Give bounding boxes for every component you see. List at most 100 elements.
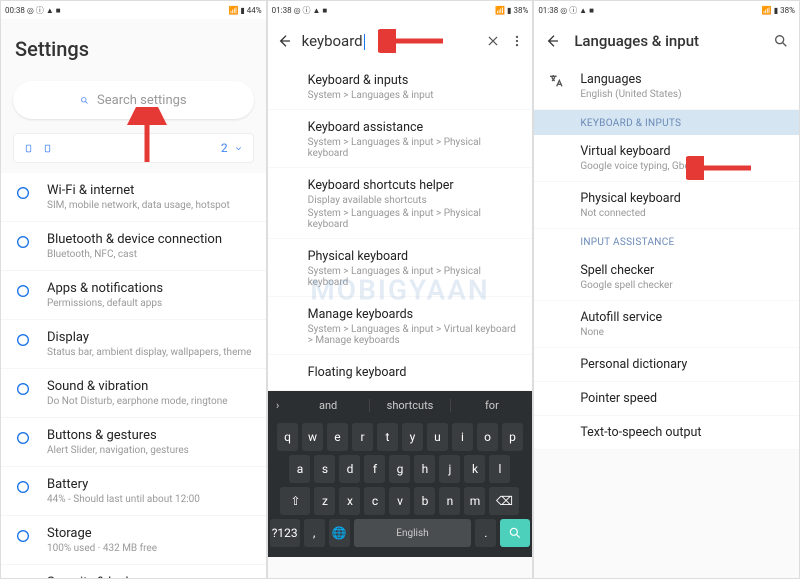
search-result[interactable]: Floating keyboard [268,355,533,391]
settings-item[interactable]: Security & lock screen [1,565,266,579]
keyboard-key[interactable]: x [339,487,360,515]
item-title: Buttons & gestures [47,428,252,443]
keyboard-key[interactable]: ⌫ [489,487,519,515]
keyboard-key[interactable]: a [289,455,310,483]
item-subtitle: Status bar, ambient display, wallpapers,… [47,347,252,358]
settings-pane: 00:38 ◎ ⓘ ▲ ■ 📶 ▮44% Settings Search set… [0,0,267,579]
result-title: Keyboard assistance [308,120,519,135]
clear-icon[interactable] [486,34,500,48]
settings-item[interactable]: Storage 100% used · 432 MB free [1,516,266,565]
status-battery: 44% [247,6,262,15]
setting-row[interactable]: Text-to-speech output [534,416,799,450]
keyboard-key[interactable]: l [489,455,510,483]
keyboard-key[interactable]: w [302,423,323,451]
settings-item[interactable]: Bluetooth & device connection Bluetooth,… [1,222,266,271]
item-title: Sound & vibration [47,379,252,394]
languages-row[interactable]: Languages English (United States) [534,63,799,110]
row-title: Virtual keyboard [580,144,785,159]
keyboard-key[interactable]: h [414,455,435,483]
setting-row[interactable]: Physical keyboardNot connected [534,182,799,229]
keyboard-key[interactable]: m [464,487,485,515]
settings-item[interactable]: Sound & vibration Do Not Disturb, earpho… [1,369,266,418]
status-battery: 38% [513,6,528,15]
sim-icon [43,144,52,153]
search-settings-field[interactable]: Search settings [13,81,254,119]
keyboard-key[interactable]: t [377,423,398,451]
gestures-icon [15,430,31,446]
section-header-keyboard-inputs: Keyboard & inputs [534,110,799,135]
keyboard-key[interactable]: u [427,423,448,451]
status-bar: 01:38 ◎ ⓘ ▲ ■ 📶 ▮38% [268,1,533,19]
keyboard-spacebar[interactable]: English [354,519,472,547]
back-icon[interactable] [276,33,292,49]
item-subtitle: Do Not Disturb, earphone mode, ringtone [47,396,252,407]
keyboard-key[interactable]: c [364,487,385,515]
keyboard-key[interactable]: y [402,423,423,451]
keyboard-key[interactable]: d [339,455,360,483]
search-result[interactable]: Keyboard & inputsSystem > Languages & in… [268,63,533,110]
keyboard-key[interactable]: v [389,487,410,515]
settings-item[interactable]: Apps & notifications Permissions, defaul… [1,271,266,320]
keyboard-key[interactable]: z [314,487,335,515]
search-icon [80,96,89,105]
item-title: Storage [47,526,252,541]
setting-row[interactable]: Virtual keyboard Google voice typing, Gbo… [534,135,799,182]
keyboard-key[interactable]: ⇧ [280,487,310,515]
setting-row[interactable]: Autofill serviceNone [534,301,799,348]
suggestion[interactable]: for [451,399,532,412]
setting-row[interactable]: Pointer speed [534,382,799,416]
row-subtitle: Google voice typing, Gboard [580,161,785,172]
search-icon[interactable] [773,33,789,49]
search-query-input[interactable]: keyboard [302,32,477,50]
status-time: 01:38 [272,6,292,15]
keyboard-key[interactable]: r [352,423,373,451]
settings-item[interactable]: Battery 44% - Should last until about 12… [1,467,266,516]
keyboard-key[interactable]: p [502,423,523,451]
setting-row[interactable]: Spell checkerGoogle spell checker [534,254,799,301]
sim-row[interactable]: 2 [13,133,254,163]
keyboard-key[interactable]: j [439,455,460,483]
status-bar: 00:38 ◎ ⓘ ▲ ■ 📶 ▮44% [1,1,266,19]
settings-item[interactable]: Wi-Fi & internet SIM, mobile network, da… [1,173,266,222]
overflow-menu-icon[interactable] [510,34,524,48]
settings-list: Wi-Fi & internet SIM, mobile network, da… [1,173,266,579]
keyboard-globe-key[interactable]: 🌐 [329,519,350,547]
search-result[interactable]: Keyboard assistanceSystem > Languages & … [268,110,533,168]
settings-item[interactable]: Display Status bar, ambient display, wal… [1,320,266,369]
keyboard-key[interactable]: f [364,455,385,483]
item-title: Wi-Fi & internet [47,183,252,198]
search-results: Keyboard & inputsSystem > Languages & in… [268,63,533,391]
keyboard-key[interactable]: e [327,423,348,451]
search-result[interactable]: Keyboard shortcuts helperDisplay availab… [268,168,533,239]
keyboard-key[interactable]: , [304,519,325,547]
keyboard-key[interactable]: n [439,487,460,515]
keyboard-key[interactable]: . [475,519,496,547]
suggestion[interactable]: shortcuts [370,399,452,412]
item-subtitle: 100% used · 432 MB free [47,543,252,554]
settings-item[interactable]: Buttons & gestures Alert Slider, navigat… [1,418,266,467]
keyboard-key[interactable]: g [389,455,410,483]
page-title: Settings [1,19,266,75]
sim-count: 2 [221,141,228,155]
page-title: Languages & input [574,32,759,50]
section-header-input-assistance: Input assistance [534,229,799,254]
setting-row[interactable]: Personal dictionary [534,348,799,382]
sound-icon [15,381,31,397]
keyboard-search-key[interactable] [500,519,530,547]
search-header: keyboard [268,19,533,63]
keyboard-key[interactable]: q [277,423,298,451]
keyboard-key[interactable]: i [452,423,473,451]
translate-icon [548,73,564,89]
keyboard-key[interactable]: b [414,487,435,515]
keyboard-key[interactable]: o [477,423,498,451]
keyboard-key[interactable]: k [464,455,485,483]
item-title: Bluetooth & device connection [47,232,252,247]
chevron-right-icon[interactable]: › [268,399,288,412]
keyboard-key[interactable]: s [314,455,335,483]
watermark: MOBIGYAAN [310,273,489,306]
row-title: Autofill service [580,310,785,325]
back-icon[interactable] [544,33,560,49]
row-title: Physical keyboard [580,191,785,206]
keyboard-symbols-key[interactable]: ?123 [270,519,300,547]
suggestion[interactable]: and [288,399,370,412]
